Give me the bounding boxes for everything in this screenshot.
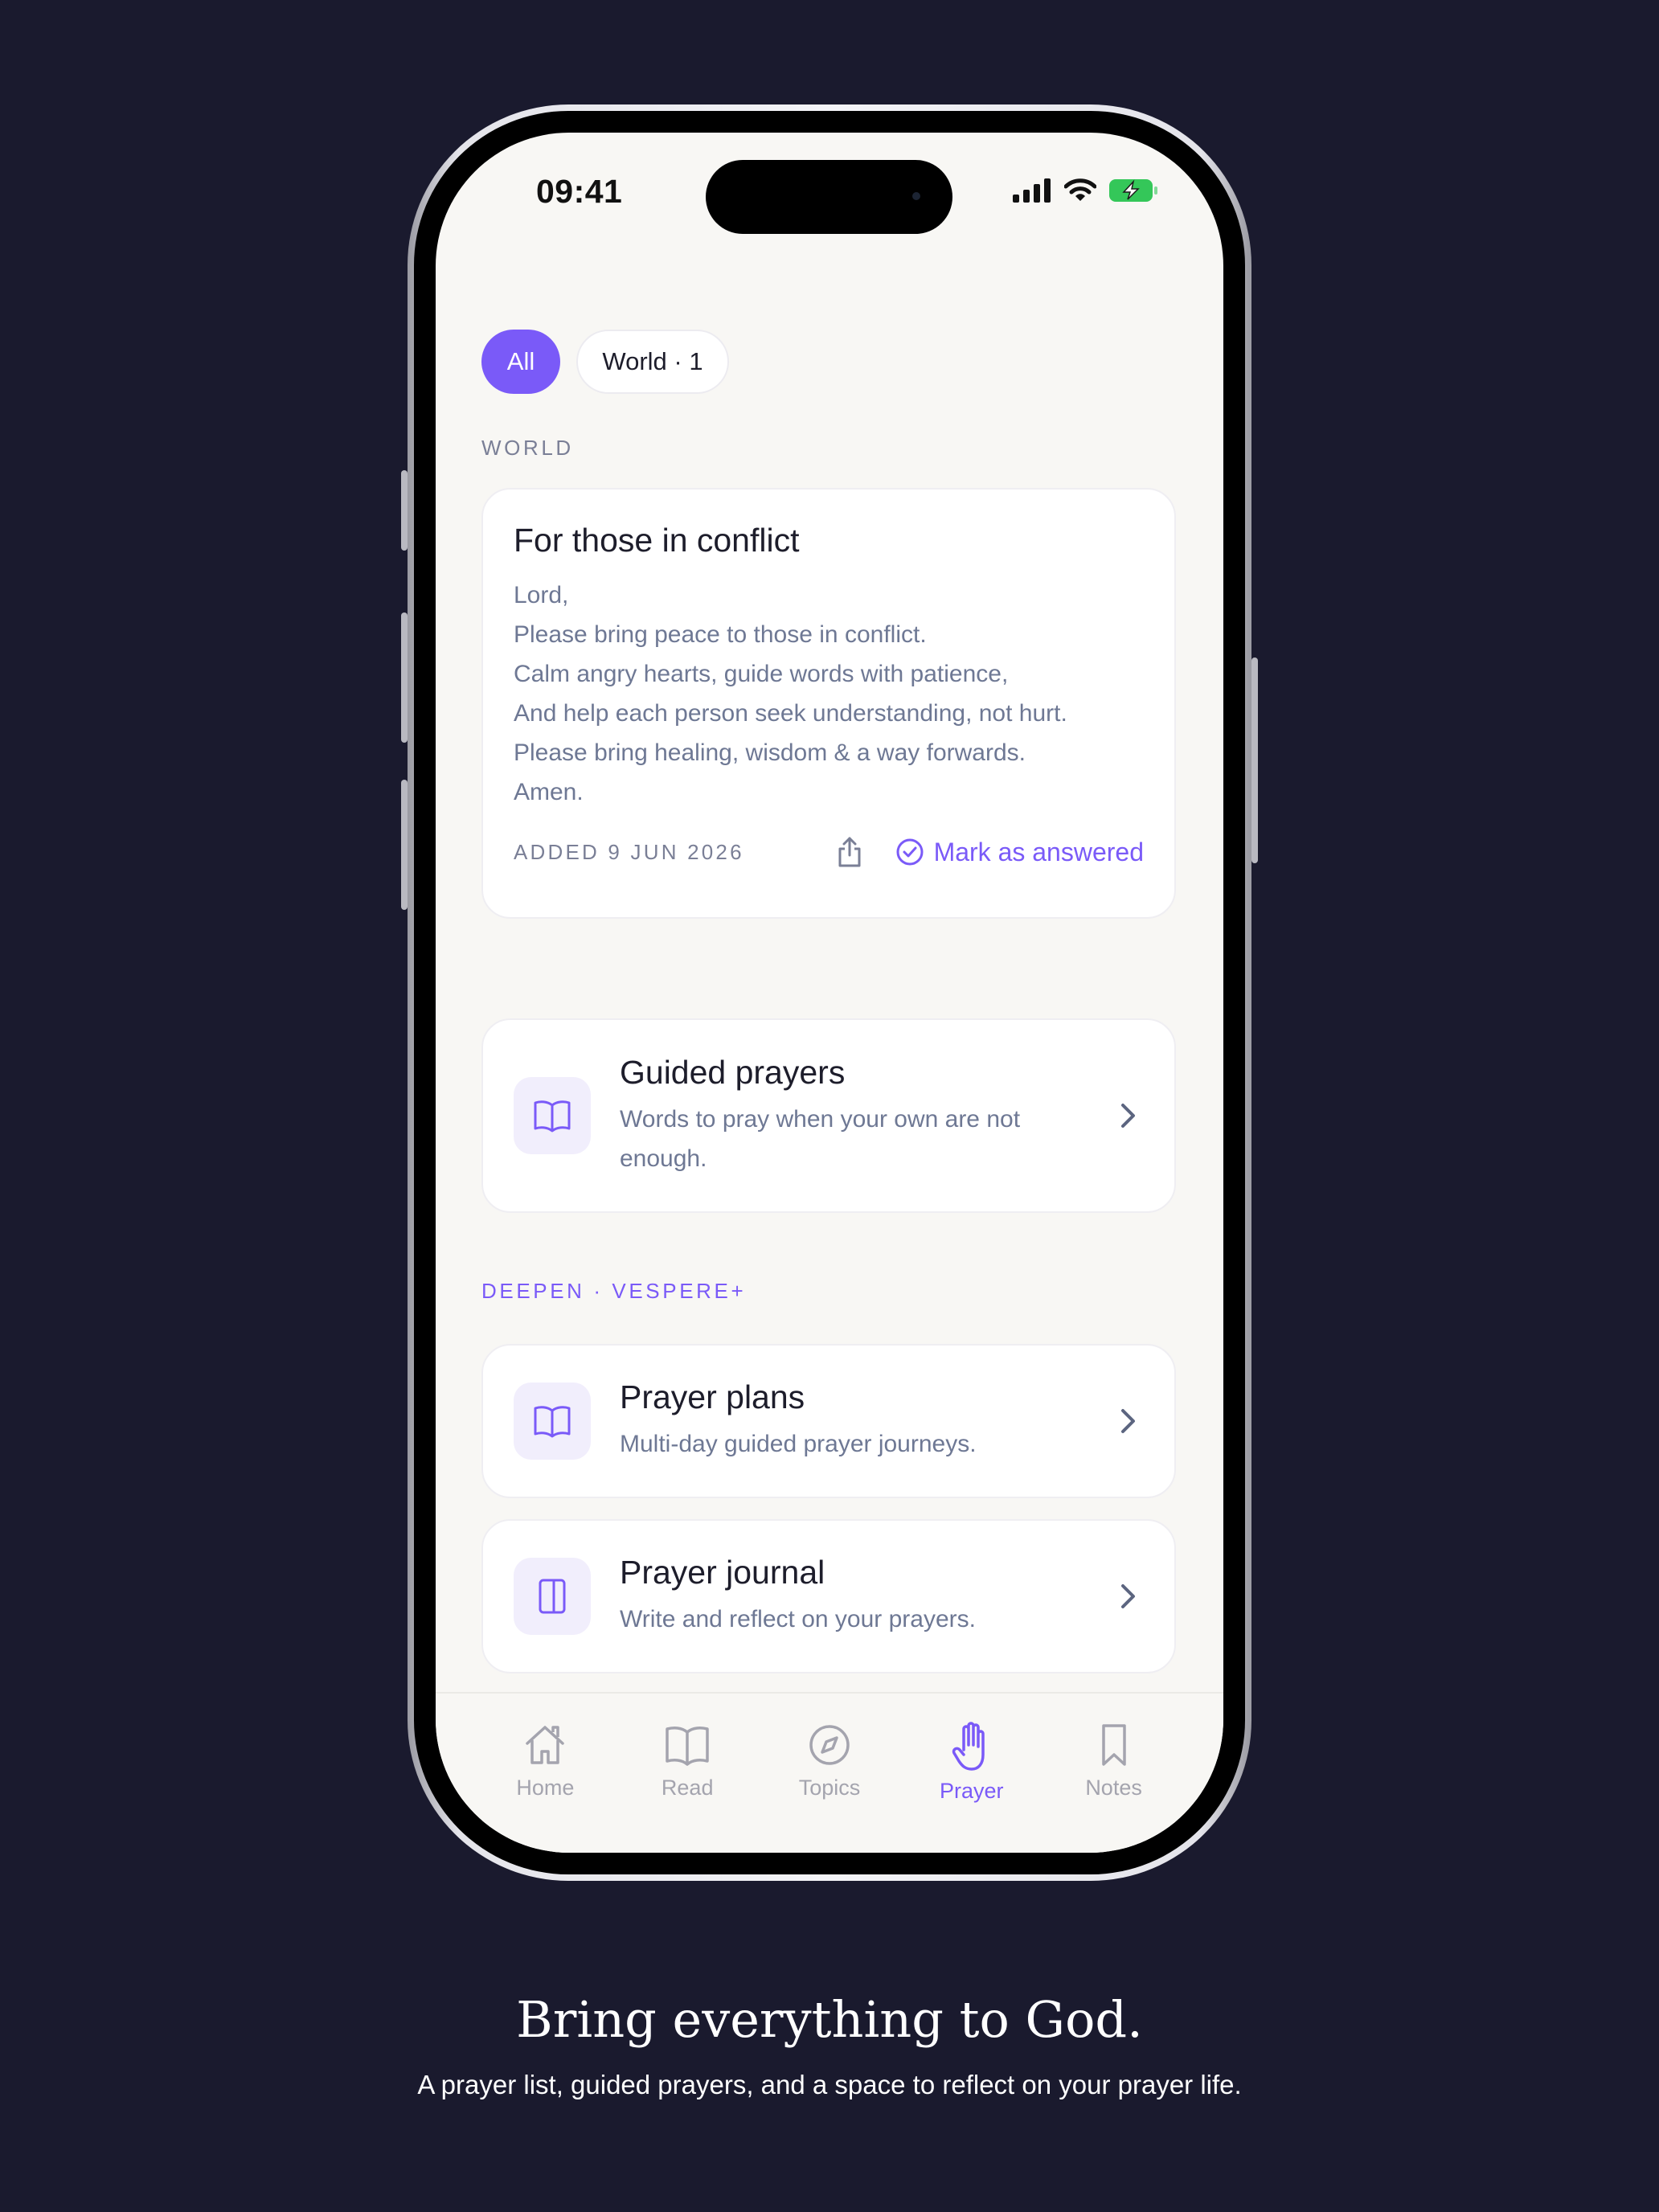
mark-answered-button[interactable]: Mark as answered — [895, 838, 1144, 867]
guided-prayers-title: Guided prayers — [620, 1053, 846, 1091]
journal-icon — [539, 1579, 566, 1614]
prayer-line: Amen. — [514, 779, 584, 805]
added-date: ADDED 9 JUN 2026 — [514, 839, 744, 864]
prayer-line: And help each person seek understanding,… — [514, 700, 1067, 727]
power-button — [1251, 657, 1258, 863]
prayer-journal-title: Prayer journal — [620, 1554, 825, 1591]
filter-chips: All World · 1 — [481, 330, 1176, 394]
chevron-right-icon — [1121, 1104, 1135, 1128]
prayer-plans-title: Prayer plans — [620, 1378, 805, 1415]
dynamic-island — [706, 160, 952, 234]
prayer-title: For those in conflict — [514, 522, 800, 559]
filter-chip-world[interactable]: World · 1 — [576, 330, 729, 394]
prayer-actions: Mark as answered — [836, 836, 1144, 868]
praying-hand-icon — [952, 1722, 985, 1771]
volume-down-button — [401, 780, 408, 910]
chevron-right-icon — [1121, 1584, 1135, 1608]
prayer-footer: ADDED 9 JUN 2026 Mark as answered — [514, 836, 1144, 868]
prayer-journal-text: Prayer journal Write and reflect on your… — [620, 1554, 1144, 1639]
prayer-list-content: All World · 1 WORLD For those in conflic… — [481, 330, 1176, 1849]
tab-topics-label: Topics — [798, 1776, 861, 1800]
tab-read[interactable]: Read — [616, 1694, 759, 1853]
guided-prayers-subtitle: Words to pray when your own are not enou… — [620, 1100, 1144, 1178]
prayer-line: Lord, — [514, 582, 569, 608]
tab-home-label: Home — [516, 1776, 575, 1800]
open-book-icon — [534, 1100, 571, 1133]
battery-charging-icon — [1109, 179, 1157, 202]
prayer-plans-subtitle: Multi-day guided prayer journeys. — [620, 1431, 977, 1457]
book-icon — [666, 1727, 709, 1766]
mark-answered-label: Mark as answered — [933, 837, 1144, 866]
caption-subtitle: A prayer list, guided prayers, and a spa… — [417, 2070, 1242, 2099]
check-circle-icon — [896, 838, 924, 866]
volume-up-button — [401, 612, 408, 743]
filter-chip-all[interactable]: All — [481, 330, 560, 394]
tab-bar: Home Read Topics Prayer Notes — [436, 1692, 1223, 1853]
guided-prayers-text: Guided prayers Words to pray when your o… — [620, 1054, 1144, 1178]
prayer-line: Calm angry hearts, guide words with pati… — [514, 661, 1009, 687]
section-label-deepen: DEEPEN · VESPERE+ — [481, 1279, 747, 1303]
guided-prayers-card[interactable]: Guided prayers Words to pray when your o… — [481, 1018, 1176, 1213]
tab-notes-label: Notes — [1085, 1776, 1142, 1800]
status-icons — [1013, 178, 1159, 203]
compass-icon — [809, 1725, 850, 1765]
guided-prayers-icon-tile — [514, 1077, 591, 1154]
wifi-icon — [1064, 178, 1096, 201]
open-book-icon — [534, 1406, 571, 1438]
camera-dot — [912, 192, 920, 200]
tab-prayer[interactable]: Prayer — [900, 1694, 1043, 1853]
guided-prayers-subtitle-line: Words to pray when your own are not — [620, 1105, 1021, 1133]
action-button — [401, 470, 408, 551]
tab-prayer-label: Prayer — [940, 1779, 1004, 1803]
chevron-right-icon — [1121, 1409, 1135, 1433]
tab-topics[interactable]: Topics — [759, 1694, 901, 1853]
phone-bezel: 09:41 All World · 1 WORLD For those in c… — [414, 111, 1245, 1874]
guided-prayers-subtitle-line: enough. — [620, 1145, 707, 1172]
prayer-journal-card[interactable]: Prayer journal Write and reflect on your… — [481, 1519, 1176, 1673]
prayer-line: Please bring peace to those in conflict. — [514, 621, 927, 648]
prayer-journal-icon-tile — [514, 1558, 591, 1635]
tab-read-label: Read — [661, 1776, 714, 1800]
tab-home[interactable]: Home — [474, 1694, 616, 1853]
prayer-body: Lord, Please bring peace to those in con… — [514, 576, 1144, 812]
phone-frame: 09:41 All World · 1 WORLD For those in c… — [408, 104, 1251, 1881]
app-screen: 09:41 All World · 1 WORLD For those in c… — [436, 133, 1223, 1853]
bookmark-icon — [1101, 1724, 1126, 1766]
home-icon — [526, 1726, 565, 1764]
prayer-plans-icon-tile — [514, 1382, 591, 1460]
prayer-line: Please bring healing, wisdom & a way for… — [514, 739, 1026, 766]
prayer-card[interactable]: For those in conflict Lord, Please bring… — [481, 488, 1176, 919]
caption-title: Bring everything to God. — [516, 1990, 1143, 2049]
status-time: 09:41 — [536, 173, 623, 210]
tab-notes[interactable]: Notes — [1043, 1694, 1185, 1853]
status-bar: 09:41 — [436, 133, 1223, 253]
prayer-plans-card[interactable]: Prayer plans Multi-day guided prayer jou… — [481, 1344, 1176, 1498]
cellular-signal-icon — [1013, 178, 1051, 203]
share-icon[interactable] — [836, 836, 863, 868]
prayer-plans-text: Prayer plans Multi-day guided prayer jou… — [620, 1378, 1144, 1464]
section-label-world: WORLD — [481, 436, 574, 460]
prayer-journal-subtitle: Write and reflect on your prayers. — [620, 1606, 976, 1632]
